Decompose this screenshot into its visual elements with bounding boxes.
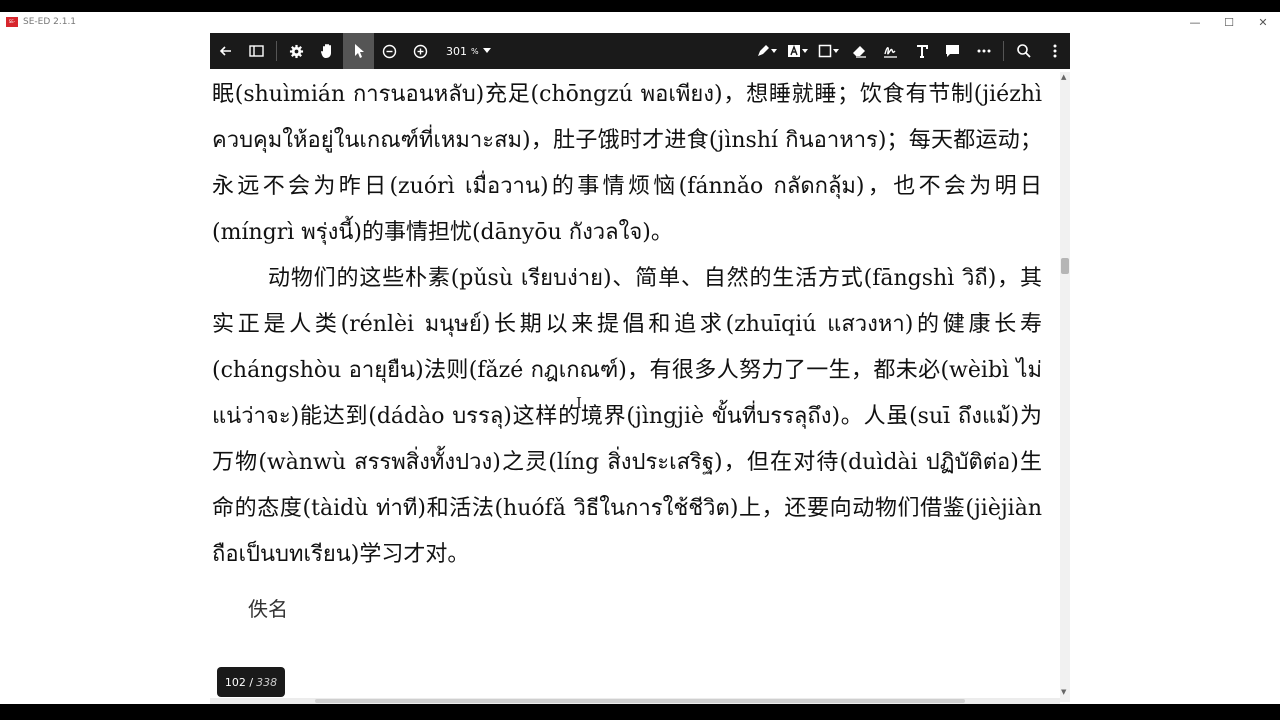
- vertical-scrollbar[interactable]: [1060, 72, 1070, 702]
- eraser-button[interactable]: [844, 33, 875, 69]
- window-titlebar: SE-ED SE-ED 2.1.1 — ☐ ✕: [0, 12, 1280, 34]
- text-cursor-icon: I: [576, 394, 582, 412]
- zoom-watermark: zoom: [1095, 617, 1174, 647]
- chevron-down-icon: [482, 48, 491, 53]
- zoom-level-dropdown[interactable]: 301%: [446, 45, 506, 58]
- zoom-level-unit: %: [471, 46, 479, 56]
- paragraph-1: 眠(shuìmián การนอนหลับ)充足(chōngzú พอเพียง…: [212, 82, 1042, 245]
- toolbar-divider-right: [1003, 41, 1004, 61]
- more-options-button[interactable]: [968, 33, 999, 69]
- signature-button[interactable]: [875, 33, 906, 69]
- text-box-icon: [787, 45, 808, 57]
- page-indicator[interactable]: 102 /338: [217, 667, 285, 697]
- hand-pan-button[interactable]: [312, 33, 343, 69]
- zoom-out-button[interactable]: [374, 33, 405, 69]
- text-tool-button[interactable]: [906, 33, 937, 69]
- highlight-pen-button[interactable]: [751, 33, 782, 69]
- minimize-button[interactable]: —: [1178, 12, 1212, 32]
- vertical-scroll-thumb[interactable]: [1061, 258, 1069, 274]
- scroll-up-arrow-icon[interactable]: ▲: [1061, 73, 1066, 81]
- annotation-tools: [751, 33, 1070, 69]
- pointer-select-icon: [354, 44, 364, 58]
- comment-icon: [946, 45, 959, 57]
- signature-icon: [884, 47, 897, 58]
- shape-button[interactable]: [813, 33, 844, 69]
- search-button[interactable]: [1008, 33, 1039, 69]
- zoom-in-icon: [413, 44, 428, 58]
- toolbar-divider: [276, 41, 277, 61]
- maximize-button[interactable]: ☐: [1212, 12, 1246, 32]
- window-controls: — ☐ ✕: [1178, 12, 1280, 32]
- zoom-level-value: 301: [446, 44, 467, 58]
- app-logo: SE-ED: [6, 17, 18, 34]
- pdf-toolbar: 301%: [210, 33, 1070, 69]
- close-button[interactable]: ✕: [1246, 12, 1280, 32]
- author-attribution: 佚名: [248, 597, 288, 621]
- page-separator: /: [249, 675, 254, 689]
- window-title: SE-ED 2.1.1: [23, 17, 77, 27]
- text-box-button[interactable]: [782, 33, 813, 69]
- zoom-in-button[interactable]: [405, 33, 436, 69]
- back-arrow-icon: [219, 46, 231, 56]
- sidebar-toggle-icon: [249, 45, 264, 57]
- paragraph-2: 动物们的这些朴素(pǔsù เรียบง่าย)、简单、自然的生活方式(fāng…: [212, 266, 1042, 567]
- horizontal-scroll-thumb[interactable]: [315, 699, 965, 703]
- sidebar-toggle-button[interactable]: [241, 33, 272, 69]
- zoom-out-icon: [382, 44, 397, 58]
- document-viewer: 301% 眠(shuìmián การนอนหลับ)充足(chōngzú พอ…: [0, 32, 1280, 704]
- search-icon: [1016, 44, 1031, 58]
- back-button[interactable]: [210, 33, 241, 69]
- current-page: 102: [224, 675, 246, 689]
- scroll-down-arrow-icon[interactable]: ▼: [1061, 688, 1066, 696]
- shape-icon: [818, 44, 839, 58]
- settings-gear-icon: [289, 44, 304, 58]
- comment-button[interactable]: [937, 33, 968, 69]
- kebab-menu-icon: [1053, 44, 1056, 58]
- settings-button[interactable]: [281, 33, 312, 69]
- highlight-pen-icon: [757, 45, 777, 56]
- hand-pan-icon: [321, 44, 331, 58]
- kebab-menu-button[interactable]: [1039, 33, 1070, 69]
- total-pages: 338: [256, 675, 278, 689]
- eraser-icon: [853, 46, 866, 58]
- more-options-icon: [977, 49, 990, 53]
- text-tool-icon: [916, 44, 928, 58]
- pointer-select-button[interactable]: [343, 33, 374, 69]
- document-page-content: 眠(shuìmián การนอนหลับ)充足(chōngzú พอเพียง…: [212, 72, 1042, 632]
